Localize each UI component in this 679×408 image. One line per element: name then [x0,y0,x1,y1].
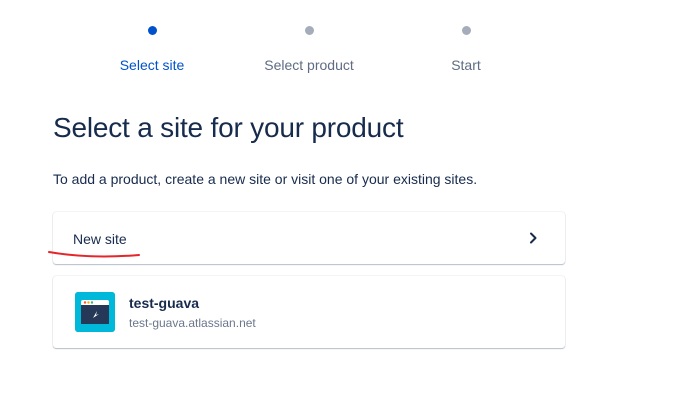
step-start: Start [386,26,546,73]
site-browser-icon [75,292,115,332]
step-dot [304,26,314,35]
step-label: Select product [264,57,354,73]
progress-stepper: Select site Select product Start [0,0,679,90]
step-label: Start [451,57,481,73]
site-name: test-guava [129,295,200,311]
site-item-test-guava[interactable]: test-guava test-guava.atlassian.net [53,276,565,348]
step-dot-active [147,26,157,35]
step-select-site: Select site [72,26,232,73]
red-underline-annotation [48,251,140,258]
step-dot [461,26,471,35]
page-title: Select a site for your product [53,112,404,143]
step-label: Select site [119,57,185,73]
site-url: test-guava.atlassian.net [129,316,256,330]
new-site-label: New site [73,231,127,247]
step-select-product: Select product [229,26,389,73]
page-subtitle: To add a product, create a new site or v… [53,171,478,187]
chevron-right-icon [530,232,537,244]
